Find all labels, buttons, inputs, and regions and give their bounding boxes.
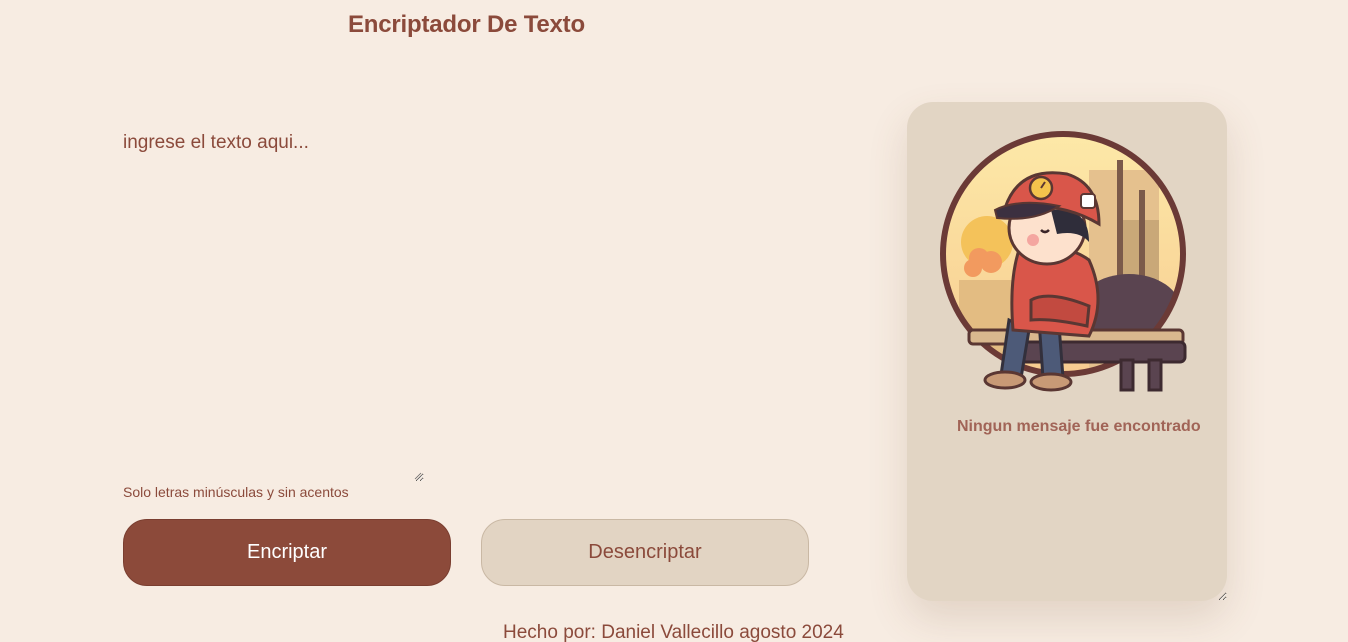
input-hint: Solo letras minúsculas y sin acentos [123,484,349,500]
resize-handle-icon[interactable] [414,472,422,480]
resize-handle-icon[interactable] [1216,590,1224,598]
text-input[interactable] [120,124,424,482]
boy-on-bench-illustration [940,131,1187,392]
decrypt-button[interactable]: Desencriptar [481,519,809,586]
empty-output-message: Ningun mensaje fue encontrado [957,418,1201,435]
page: Encriptador De Texto Solo letras minúscu… [0,0,1348,642]
page-title: Encriptador De Texto [348,11,585,38]
footer-credit: Hecho por: Daniel Vallecillo agosto 2024 [503,622,844,642]
output-panel[interactable]: Ningun mensaje fue encontrado [907,102,1227,601]
encrypt-button[interactable]: Encriptar [123,519,451,586]
